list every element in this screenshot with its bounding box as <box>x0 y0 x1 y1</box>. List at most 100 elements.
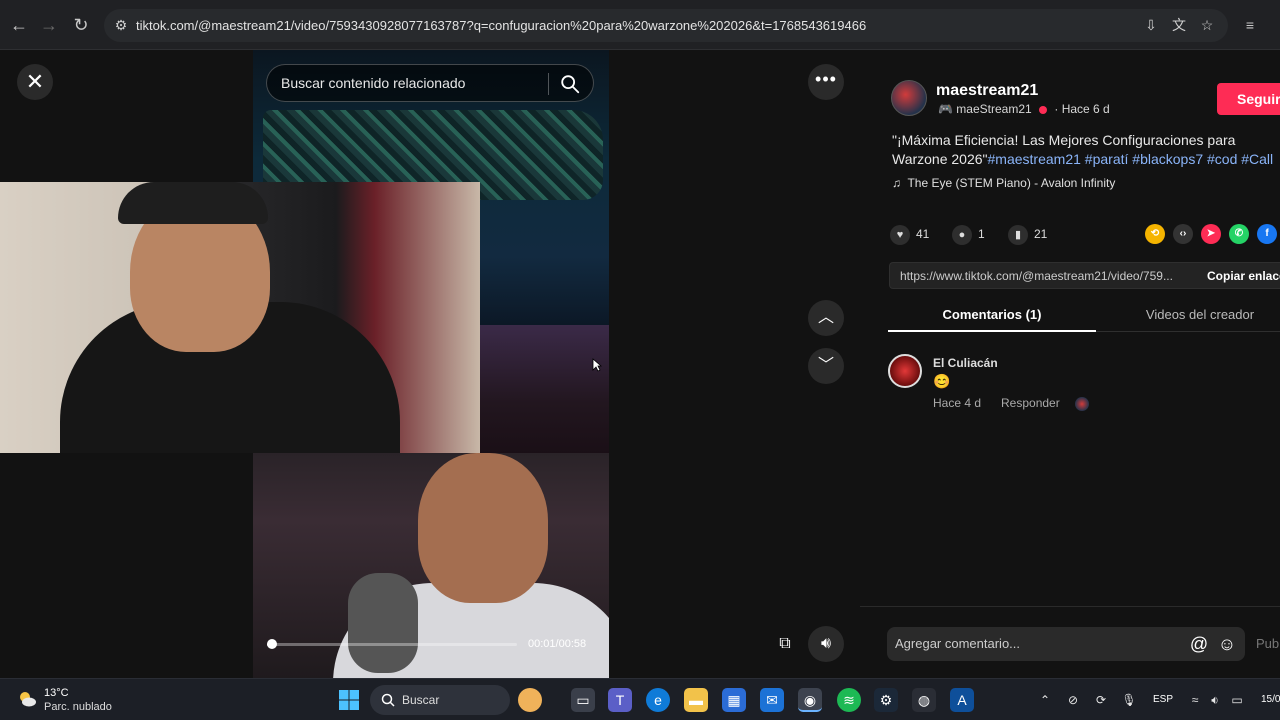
repost-icon[interactable]: ⟲ <box>1145 224 1165 244</box>
browser-toolbar: ← → ↻ ⚙ tiktok.com/@maestream21/video/75… <box>0 0 1280 50</box>
weather-temperature: 13°C <box>44 687 69 699</box>
video-player-area[interactable]: Buscar contenido relacionado ✕ ••• ︿ ﹀ 0… <box>0 50 860 678</box>
comment-time: Hace 4 d <box>933 396 982 410</box>
music-title: The Eye (STEM Piano) - Avalon Infinity <box>907 176 1116 190</box>
heart-icon: ♥ <box>890 224 910 245</box>
sync-icon[interactable]: ⟳ <box>1092 691 1110 709</box>
tab-creator-videos[interactable]: Videos del creador <box>1096 302 1280 332</box>
show-hidden-icons-icon[interactable]: ⌃ <box>1036 691 1054 709</box>
share-link-url: https://www.tiktok.com/@maestream21/vide… <box>900 269 1173 283</box>
video-description: "¡Máxima Eficiencia! Las Mejores Configu… <box>892 131 1280 169</box>
copy-link-button[interactable]: Copiar enlace <box>1207 269 1280 283</box>
live-dot-icon <box>1039 105 1048 114</box>
wifi-icon[interactable]: ≈ <box>1186 691 1204 709</box>
file-explorer-icon[interactable]: ▬ <box>684 688 708 712</box>
search-placeholder: Buscar contenido relacionado <box>281 75 466 91</box>
tab-comments[interactable]: Comentarios (1) <box>888 302 1096 332</box>
ellipsis-icon: ••• <box>815 69 837 89</box>
store-icon[interactable]: ▦ <box>722 688 746 712</box>
whatsapp-icon[interactable]: ✆ <box>1229 224 1249 244</box>
weather-partly-cloudy-icon[interactable] <box>16 688 38 710</box>
bookmark-star-icon[interactable]: ☆ <box>1198 16 1216 34</box>
like-button[interactable]: ♥ 41 <box>890 222 929 246</box>
more-options-button[interactable]: ••• <box>808 64 844 100</box>
microphone <box>348 573 418 673</box>
comment-input[interactable]: Agregar comentario... @ ☺ <box>887 627 1245 661</box>
send-icon[interactable]: ➤ <box>1201 224 1221 244</box>
share-link-box[interactable]: https://www.tiktok.com/@maestream21/vide… <box>889 262 1280 289</box>
follow-button[interactable]: Seguir <box>1217 83 1280 115</box>
address-bar[interactable]: ⚙ tiktok.com/@maestream21/video/75934309… <box>104 9 1228 42</box>
video-progress-handle[interactable] <box>267 639 277 649</box>
reload-button[interactable]: ↻ <box>69 13 93 37</box>
recording-app-icon[interactable]: ◍ <box>912 688 936 712</box>
comment-text: 😊 <box>933 373 951 389</box>
post-age: · Hace 6 d <box>1054 102 1110 116</box>
translate-icon[interactable]: 文 <box>1170 16 1188 34</box>
battery-icon[interactable]: ▭ <box>1228 691 1246 709</box>
hashtag-link[interactable]: #paratí <box>1085 151 1129 167</box>
creator-liked-icon <box>1075 397 1089 411</box>
search-divider <box>548 73 549 95</box>
save-count: 21 <box>1034 227 1048 241</box>
video-time: 00:01/00:58 <box>528 638 587 650</box>
hashtag-link[interactable]: #blackops7 <box>1132 151 1203 167</box>
microphone-icon[interactable]: 🎙︎ <box>1120 691 1138 709</box>
video-progress-bar[interactable] <box>267 639 517 649</box>
taskbar-search-label: Buscar <box>402 693 440 707</box>
speaker-icon: 🔊︎ <box>820 635 832 652</box>
chevron-up-icon: ︿ <box>817 309 834 326</box>
mouse-cursor-icon <box>592 358 602 372</box>
install-icon[interactable]: ⇩ <box>1142 16 1160 34</box>
app-icon[interactable]: A <box>950 688 974 712</box>
emoji-icon[interactable]: ☺ <box>1216 633 1238 655</box>
creator-avatar[interactable] <box>891 80 927 116</box>
search-icon <box>381 693 395 707</box>
next-video-button[interactable]: ﹀ <box>808 348 844 384</box>
edge-icon[interactable]: e <box>646 688 670 712</box>
reading-list-icon[interactable]: ≡ <box>1238 13 1262 37</box>
site-settings-icon[interactable]: ⚙ <box>112 16 130 34</box>
floating-player-button[interactable]: ⧉ <box>767 626 803 662</box>
input-language[interactable]: ESP <box>1153 694 1173 705</box>
task-view-icon[interactable]: ▭ <box>571 688 595 712</box>
forward-button[interactable]: → <box>37 13 61 37</box>
creator-display-name: maeStream21 <box>956 102 1032 116</box>
creator-username[interactable]: maestream21 <box>936 82 1038 100</box>
teams-icon[interactable]: T <box>608 688 632 712</box>
clock-date[interactable]: 15/01/2026 <box>1261 694 1280 705</box>
reply-button[interactable]: Responder <box>1001 396 1060 410</box>
pip-icon: ⧉ <box>779 635 791 652</box>
hashtag-link[interactable]: #maestream21 <box>988 151 1081 167</box>
previous-video-button[interactable]: ︿ <box>808 300 844 336</box>
windows-start-icon[interactable] <box>338 689 360 711</box>
publish-button[interactable]: Publicar <box>1256 636 1280 651</box>
mention-icon[interactable]: @ <box>1188 633 1210 655</box>
chevron-down-icon: ﹀ <box>817 357 834 374</box>
comment-button[interactable]: ● 1 <box>952 222 985 246</box>
comment-placeholder: Agregar comentario... <box>895 636 1021 651</box>
commenter-name[interactable]: El Culiacán <box>933 356 998 370</box>
hashtag-link[interactable]: #Call <box>1241 151 1273 167</box>
hashtag-link[interactable]: #cod <box>1207 151 1237 167</box>
embed-icon[interactable]: ‹› <box>1173 224 1193 244</box>
related-search-input[interactable]: Buscar contenido relacionado <box>266 64 594 102</box>
spotify-icon[interactable]: ≋ <box>837 688 861 712</box>
outlook-icon[interactable]: ✉ <box>760 688 784 712</box>
search-icon[interactable] <box>559 73 581 95</box>
close-button[interactable]: ✕ <box>17 64 53 100</box>
save-button[interactable]: ▮ 21 <box>1008 222 1047 246</box>
facebook-icon[interactable]: f <box>1257 224 1277 244</box>
volume-button[interactable]: 🔊︎ <box>808 626 844 662</box>
back-button[interactable]: ← <box>7 13 31 37</box>
volume-icon[interactable]: 🔉︎ <box>1206 691 1224 709</box>
commenter-avatar[interactable] <box>888 354 922 388</box>
video-details-panel: maestream21 🎮 maeStream21 · Hace 6 d Seg… <box>860 50 1280 678</box>
music-link[interactable]: ♫ The Eye (STEM Piano) - Avalon Infinity <box>892 176 1115 190</box>
url-text: tiktok.com/@maestream21/video/7593430928… <box>136 18 867 33</box>
steam-icon[interactable]: ⚙ <box>874 688 898 712</box>
chrome-icon[interactable]: ◉ <box>798 688 822 712</box>
taskbar-search[interactable]: Buscar <box>370 685 542 715</box>
network-off-icon[interactable]: ⊘ <box>1064 691 1082 709</box>
comment-icon: ● <box>952 224 972 245</box>
